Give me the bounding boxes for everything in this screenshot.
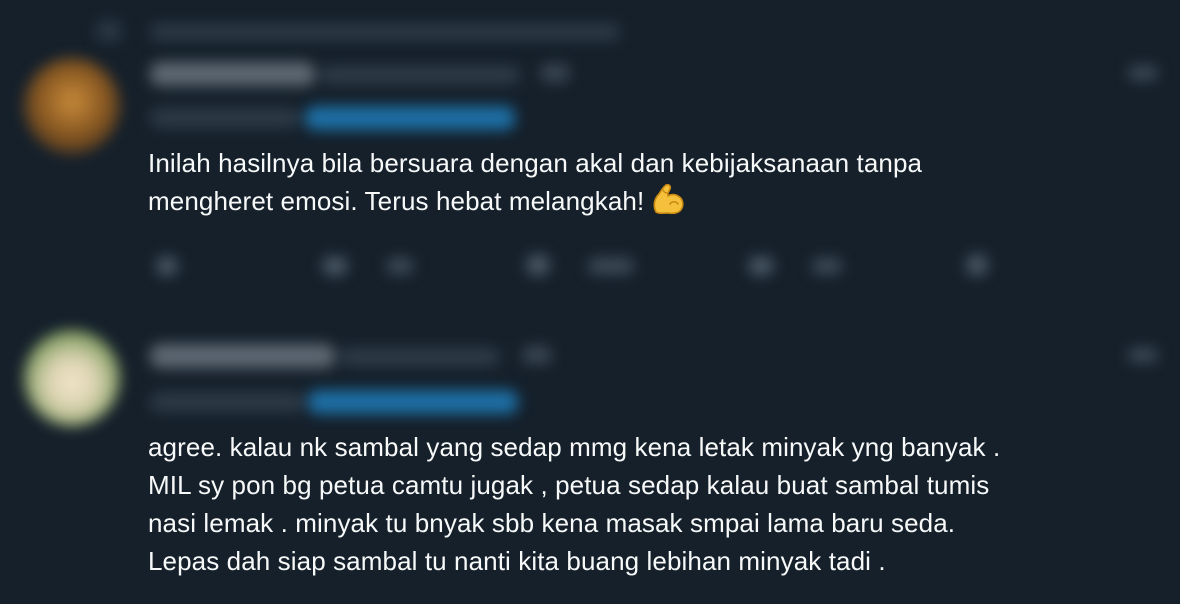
tweet-text-line: Lepas dah siap sambal tu nanti kita buan… (148, 546, 886, 576)
reply-tweet[interactable]: agree. kalau nk sambal yang sedap mmg ke… (0, 0, 1180, 604)
dot-separator (522, 346, 552, 364)
replying-to-label (150, 392, 305, 412)
tweet-text-line: agree. kalau nk sambal yang sedap mmg ke… (148, 432, 1001, 462)
tweet-text-line: nasi lemak . minyak tu bnyak sbb kena ma… (148, 508, 956, 538)
reply-thread: Inilah hasilnya bila bersuara dengan aka… (0, 0, 1180, 604)
more-options-icon[interactable] (1128, 348, 1158, 362)
replying-to-link[interactable] (308, 390, 518, 414)
author-handle (340, 348, 500, 366)
author-name[interactable] (150, 344, 335, 368)
avatar[interactable] (24, 330, 120, 426)
tweet-text: agree. kalau nk sambal yang sedap mmg ke… (148, 428, 1000, 580)
tweet-text-line: MIL sy pon bg petua camtu jugak , petua … (148, 470, 990, 500)
